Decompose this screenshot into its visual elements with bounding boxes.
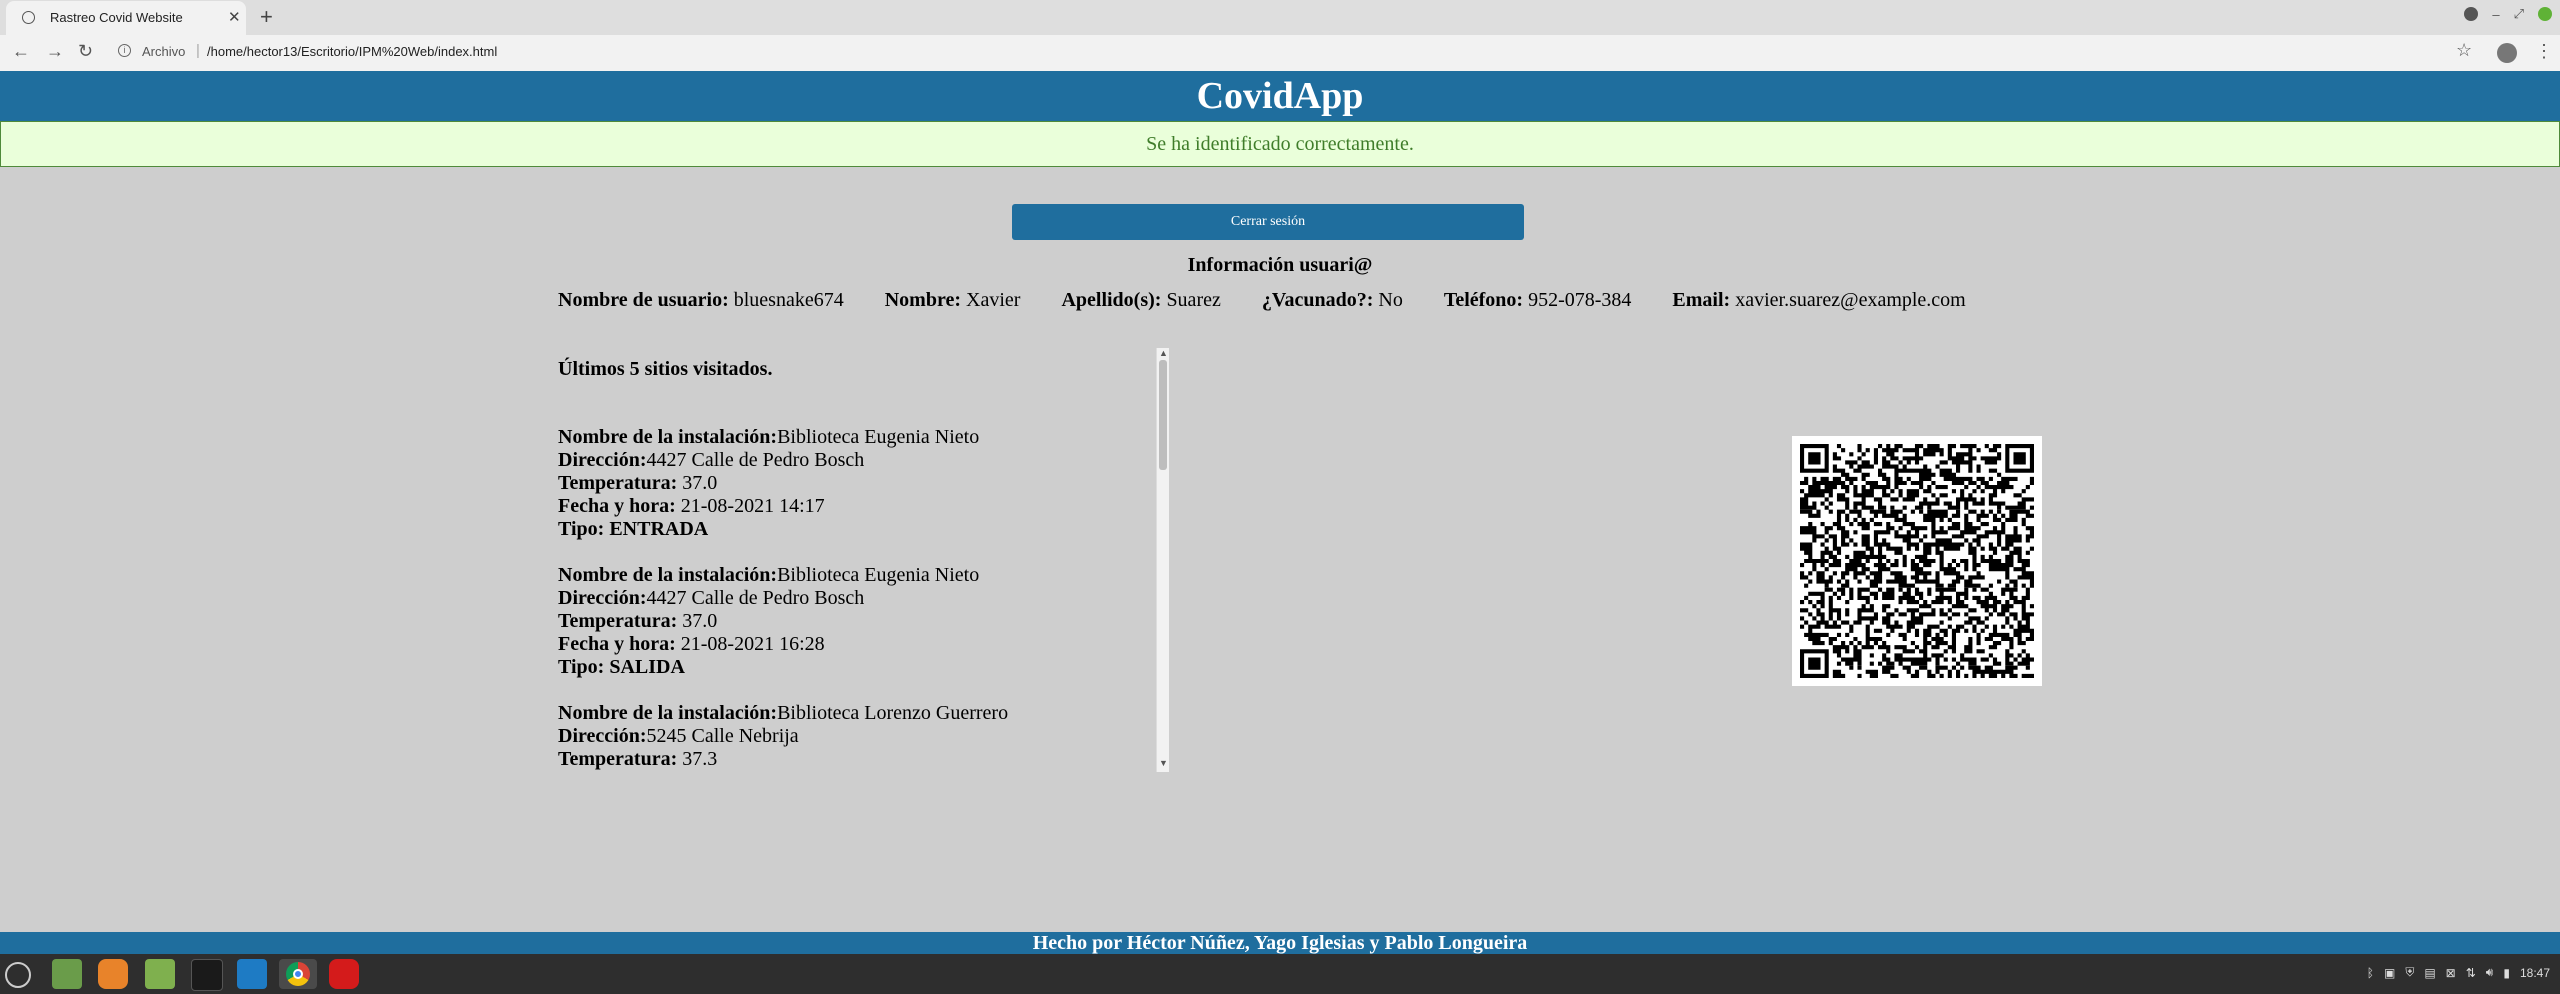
network-icon[interactable]: ⇅ (2466, 966, 2476, 980)
visits-list[interactable]: Últimos 5 sitios visitados. Nombre de la… (548, 346, 1168, 774)
clipboard-icon[interactable]: ▣ (2384, 966, 2395, 980)
bluetooth-icon[interactable]: ᛒ (2367, 966, 2374, 980)
forward-icon[interactable]: → (46, 41, 64, 62)
mint-menu-icon[interactable] (5, 962, 31, 988)
vaccinated-field: ¿Vacunado?: No (1261, 289, 1403, 311)
tab-title: Rastreo Covid Website (50, 10, 183, 25)
scroll-down-icon[interactable]: ▼ (1159, 758, 1168, 768)
address-bar[interactable]: /home/hector13/Escritorio/IPM%20Web/inde… (207, 44, 497, 59)
visits-title: Últimos 5 sitios visitados. (558, 358, 773, 380)
url-separator: | (196, 42, 200, 59)
app-header: CovidApp (0, 71, 2560, 121)
maximize-icon[interactable]: ⤢ (2514, 6, 2524, 22)
username-field: Nombre de usuario: bluesnake674 (558, 289, 844, 311)
new-tab-button[interactable]: + (260, 4, 273, 30)
vscode-icon[interactable] (237, 959, 267, 989)
close-tab-icon[interactable]: ✕ (228, 8, 241, 26)
browser-tab[interactable]: Rastreo Covid Website ✕ (6, 1, 246, 35)
visits-scrollbar[interactable]: ▲ ▼ (1156, 348, 1169, 772)
os-taskbar: ᛒ ▣ ⛨ ▤ ⊠ ⇅ 🔊︎ ▮ 18:47 (0, 954, 2560, 994)
logout-button[interactable]: Cerrar sesión (1012, 204, 1524, 240)
email-field: Email: xavier.suarez@example.com (1672, 289, 1966, 311)
shield-icon[interactable]: ⛨ (2405, 965, 2414, 980)
browser-toolbar: ← → ↻ i Archivo | /home/hector13/Escrito… (0, 35, 2560, 72)
user-info-row: Nombre de usuario: bluesnake674 Nombre: … (558, 289, 2002, 312)
page-footer: Hecho por Héctor Núñez, Yago Iglesias y … (0, 932, 2560, 954)
profile-avatar-icon[interactable] (2497, 43, 2517, 63)
qr-modules (1800, 444, 2034, 678)
qr-code (1792, 436, 2042, 686)
visit-entry: Nombre de la instalación:Biblioteca Euge… (558, 564, 980, 678)
last-name-field: Apellido(s): Suarez (1061, 289, 1221, 311)
visit-entry: Nombre de la instalación:Biblioteca Lore… (558, 702, 1009, 770)
terminal-icon[interactable] (191, 959, 223, 991)
phone-field: Teléfono: 952-078-384 (1443, 289, 1632, 311)
update-icon[interactable]: ▤ (2424, 966, 2435, 980)
visit-entry: Nombre de la instalación:Biblioteca Euge… (558, 426, 980, 540)
window-controls: – ⤢ (2464, 6, 2552, 22)
opera-icon[interactable] (329, 959, 359, 989)
back-icon[interactable]: ← (12, 41, 30, 62)
files-icon[interactable] (145, 959, 175, 989)
info-icon[interactable]: i (118, 44, 131, 57)
url-scheme-label: Archivo (142, 44, 186, 59)
firefox-icon[interactable] (98, 959, 128, 989)
show-desktop-icon[interactable] (52, 959, 82, 989)
volume-icon[interactable]: 🔊︎ (2486, 965, 2494, 980)
browser-menu-icon[interactable]: ⋮ (2535, 41, 2553, 62)
chrome-icon[interactable] (279, 959, 317, 989)
first-name-field: Nombre: Xavier (884, 289, 1021, 311)
system-tray: ᛒ ▣ ⛨ ▤ ⊠ ⇅ 🔊︎ ▮ 18:47 (2367, 965, 2550, 980)
success-alert: Se ha identificado correctamente. (0, 121, 2560, 167)
browser-tab-bar: Rastreo Covid Website ✕ + – ⤢ (0, 0, 2560, 35)
globe-icon (22, 11, 35, 24)
bookmark-star-icon[interactable]: ☆ (2456, 40, 2472, 61)
user-info-title: Información usuari@ (1187, 254, 1373, 276)
screenshot-icon[interactable]: ⊠ (2446, 966, 2456, 980)
scroll-thumb[interactable] (1159, 360, 1167, 470)
close-window-icon[interactable] (2538, 7, 2552, 21)
minimize-icon[interactable]: – (2492, 7, 2499, 22)
scroll-up-icon[interactable]: ▲ (1159, 348, 1168, 358)
qr-code-image (1800, 444, 2034, 678)
battery-icon[interactable]: ▮ (2503, 966, 2510, 980)
tab-search-icon[interactable] (2464, 7, 2479, 21)
clock[interactable]: 18:47 (2520, 966, 2550, 980)
reload-icon[interactable]: ↻ (78, 41, 93, 62)
